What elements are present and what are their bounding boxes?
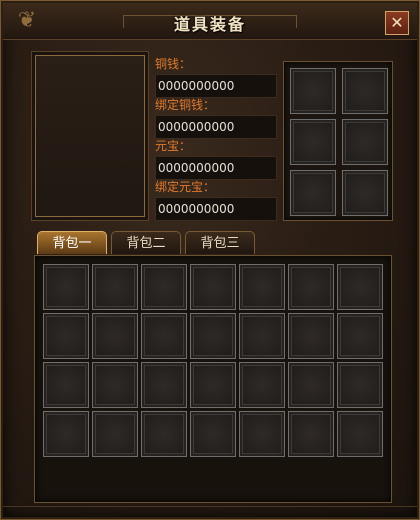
bag-slot[interactable]	[43, 411, 89, 457]
equipment-slot[interactable]	[290, 119, 336, 165]
equipment-slot[interactable]	[290, 170, 336, 216]
bag-slot[interactable]	[141, 411, 187, 457]
currency-panel: 铜钱： 0000000000 绑定铜钱： 0000000000 元宝： 0000…	[155, 57, 277, 221]
tab-bag-3[interactable]: 背包三	[185, 231, 255, 254]
stat-value: 0000000000	[155, 156, 277, 180]
bag-grid	[34, 255, 392, 503]
equipment-slot[interactable]	[342, 170, 388, 216]
bag-slot[interactable]	[288, 313, 334, 359]
bag-slot[interactable]	[43, 313, 89, 359]
equipment-slot[interactable]	[342, 119, 388, 165]
bag-slot[interactable]	[337, 313, 383, 359]
bag-slot[interactable]	[141, 362, 187, 408]
bag-slot[interactable]	[337, 411, 383, 457]
bag-slot[interactable]	[92, 264, 138, 310]
stat-value: 0000000000	[155, 115, 277, 139]
equipment-slot[interactable]	[290, 68, 336, 114]
bag-slot[interactable]	[141, 313, 187, 359]
bag-slot[interactable]	[288, 362, 334, 408]
bag-slot[interactable]	[190, 411, 236, 457]
stat-value: 0000000000	[155, 74, 277, 98]
bag-slot[interactable]	[190, 313, 236, 359]
title-bar[interactable]: ❦ 道具装备 ✕	[3, 3, 417, 40]
inventory-window: ❦ 道具装备 ✕ 铜钱： 0000000000 绑定铜钱： 0000000000…	[0, 0, 420, 520]
bag-slot[interactable]	[190, 362, 236, 408]
bag-slot[interactable]	[239, 411, 285, 457]
tab-bag-1[interactable]: 背包一	[37, 231, 107, 254]
bag-slot[interactable]	[288, 264, 334, 310]
bag-slot[interactable]	[92, 313, 138, 359]
stat-label: 元宝：	[155, 139, 192, 153]
stat-label: 铜钱：	[155, 57, 192, 71]
frame-bottom-edge	[3, 506, 417, 517]
stat-yuanbao: 元宝： 0000000000	[155, 139, 277, 180]
stat-label: 绑定铜钱：	[155, 98, 216, 112]
bag-slot[interactable]	[92, 411, 138, 457]
title-ornament-right	[206, 15, 297, 28]
stat-value: 0000000000	[155, 197, 277, 221]
equipment-grid	[283, 61, 393, 221]
bag-slot[interactable]	[239, 362, 285, 408]
equipment-slot[interactable]	[342, 68, 388, 114]
tab-bag-2[interactable]: 背包二	[111, 231, 181, 254]
stat-bound-yuanbao: 绑定元宝： 0000000000	[155, 180, 277, 221]
bag-slot[interactable]	[337, 362, 383, 408]
close-icon: ✕	[390, 13, 404, 32]
close-button[interactable]: ✕	[385, 11, 409, 35]
bag-slot[interactable]	[337, 264, 383, 310]
bag-slot[interactable]	[43, 362, 89, 408]
stat-bound-copper: 绑定铜钱： 0000000000	[155, 98, 277, 139]
bag-slot[interactable]	[239, 313, 285, 359]
bag-slot[interactable]	[92, 362, 138, 408]
stat-copper: 铜钱： 0000000000	[155, 57, 277, 98]
bag-slot[interactable]	[43, 264, 89, 310]
bag-slot[interactable]	[141, 264, 187, 310]
character-portrait	[35, 55, 145, 217]
bag-slot[interactable]	[288, 411, 334, 457]
bag-slot[interactable]	[190, 264, 236, 310]
bag-slot[interactable]	[239, 264, 285, 310]
stat-label: 绑定元宝：	[155, 180, 216, 194]
